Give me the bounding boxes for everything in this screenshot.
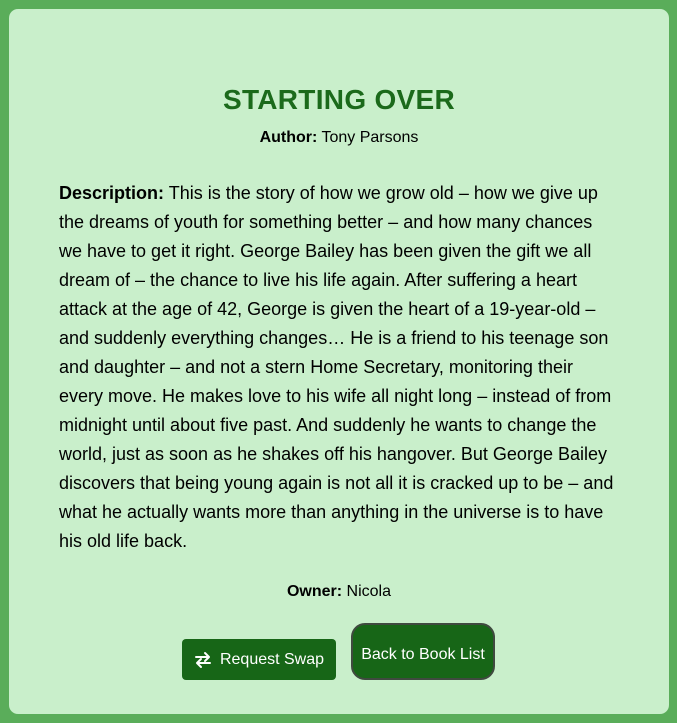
request-swap-button[interactable]: Request Swap xyxy=(182,639,336,680)
book-title: STARTING OVER xyxy=(222,84,456,115)
description: Description: This is the story of how we… xyxy=(59,179,619,556)
owner-line: Owner: Nicola xyxy=(9,583,669,601)
request-swap-label: Request Swap xyxy=(219,650,325,668)
book-detail-card: STARTING OVER Author: Tony Parsons Descr… xyxy=(9,9,669,714)
owner-name: Nicola xyxy=(346,583,392,600)
back-to-book-list-button[interactable]: Back to Book List xyxy=(351,623,495,680)
author-label: Author: xyxy=(259,129,318,146)
author-line: Author: Tony Parsons xyxy=(9,129,669,147)
owner-label: Owner: xyxy=(286,583,343,600)
description-label: Description: xyxy=(59,183,165,203)
author-name: Tony Parsons xyxy=(321,129,419,146)
swap-arrows-icon xyxy=(194,651,211,668)
description-text: This is the story of how we grow old – h… xyxy=(59,183,614,551)
